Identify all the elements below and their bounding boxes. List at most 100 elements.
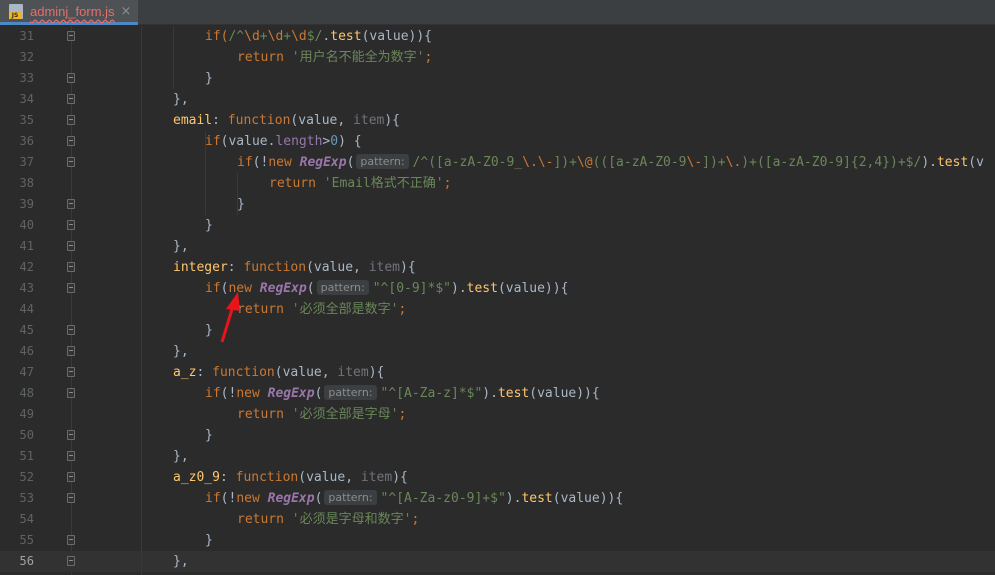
fold-marker-icon[interactable] [67, 94, 75, 104]
code-line[interactable]: 47 a_z: function(value, item){ [0, 362, 995, 383]
indent-guide [205, 131, 206, 215]
code-line[interactable]: 52 a_z0_9: function(value, item){ [0, 467, 995, 488]
line-number: 41 [19, 239, 34, 253]
code-token: ){ [368, 365, 385, 380]
code-token: : [227, 260, 244, 275]
code-text: if(value.length>0) { [205, 131, 362, 152]
code-line[interactable]: 48 if(!new RegExp(pattern: "^[A-Za-z]*$").… [0, 383, 995, 404]
code-token: email [173, 113, 213, 128]
code-text: }, [173, 89, 189, 110]
code-line[interactable]: 40} [0, 215, 995, 236]
fold-marker-icon[interactable] [67, 220, 75, 230]
fold-marker-icon[interactable] [67, 31, 75, 41]
tab-file-name[interactable]: adminj_form.js [30, 4, 115, 19]
fold-marker-icon[interactable] [67, 157, 75, 167]
line-number: 38 [19, 176, 34, 190]
code-line[interactable]: 41}, [0, 236, 995, 257]
code-line[interactable]: 33} [0, 68, 995, 89]
code-token: ; [398, 407, 407, 422]
code-line[interactable]: 50} [0, 425, 995, 446]
code-token: '必须全部是字母' [291, 407, 399, 422]
code-line[interactable]: 43 if(new RegExp(pattern: "^[0-9]*$").test… [0, 278, 995, 299]
code-token: ( [314, 491, 323, 506]
code-line[interactable]: 37 if(!new RegExp(pattern:/^([a-zA-Z0-9_\… [0, 152, 995, 173]
fold-marker-icon[interactable] [67, 367, 75, 377]
code-token: '必须全部是数字' [291, 302, 399, 317]
code-line[interactable]: 32 return '用户名不能全为数字'; [0, 47, 995, 68]
fold-marker-icon[interactable] [67, 115, 75, 125]
fold-marker-icon[interactable] [67, 73, 75, 83]
fold-marker-icon[interactable] [67, 283, 75, 293]
code-token: (value)){ [529, 386, 600, 401]
fold-marker-icon[interactable] [67, 535, 75, 545]
line-number: 36 [19, 134, 34, 148]
code-line[interactable]: 39} [0, 194, 995, 215]
code-token: item [337, 365, 369, 380]
code-token: \d [244, 29, 260, 44]
code-line[interactable]: 36 if(value.length>0) { [0, 131, 995, 152]
code-token: ). [451, 281, 467, 296]
code-line[interactable]: 45} [0, 320, 995, 341]
fold-marker-icon[interactable] [67, 241, 75, 251]
fold-marker-icon[interactable] [67, 136, 75, 146]
code-text: email: function(value, item){ [173, 110, 400, 131]
fold-marker-icon[interactable] [67, 346, 75, 356]
fold-marker-icon[interactable] [67, 556, 75, 566]
code-token: (value. [220, 134, 276, 149]
code-line[interactable]: 54 return '必须是字母和数字'; [0, 509, 995, 530]
close-tab-icon[interactable]: × [121, 4, 132, 19]
code-token: } [205, 71, 213, 86]
fold-marker-icon[interactable] [67, 388, 75, 398]
code-line[interactable]: 38 return 'Email格式不正确'; [0, 173, 995, 194]
code-token: if [205, 491, 221, 506]
fold-marker-icon[interactable] [67, 451, 75, 461]
editor-tab[interactable]: JS adminj_form.js × [0, 0, 138, 25]
code-token: : [212, 113, 228, 128]
code-token: a_z0_9 [173, 470, 220, 485]
line-number: 45 [19, 323, 34, 337]
code-line[interactable]: 51}, [0, 446, 995, 467]
fold-marker-icon[interactable] [67, 325, 75, 335]
line-number: 48 [19, 386, 34, 400]
code-token: (value, [290, 113, 354, 128]
fold-marker-icon[interactable] [67, 430, 75, 440]
parameter-hint: pattern: [324, 490, 377, 505]
line-number: 40 [19, 218, 34, 232]
fold-marker-icon[interactable] [67, 472, 75, 482]
code-token: (value)){ [552, 491, 624, 506]
code-token: function [227, 113, 291, 128]
code-token: return [237, 302, 292, 317]
line-number: 33 [19, 71, 34, 85]
line-number: 47 [19, 365, 34, 379]
code-line[interactable]: 49 return '必须全部是字母'; [0, 404, 995, 425]
code-line[interactable]: 31 if(/^\d+\d+\d$/.test(value)){ [0, 26, 995, 47]
code-token: if [205, 134, 221, 149]
code-token: (value, [306, 260, 369, 275]
code-line[interactable]: 44 return '必须全部是数字'; [0, 299, 995, 320]
code-text: return '必须全部是字母'; [237, 404, 406, 425]
code-token: if [205, 386, 221, 401]
code-line[interactable]: 55} [0, 530, 995, 551]
fold-marker-icon[interactable] [67, 493, 75, 503]
code-text: if(/^\d+\d+\d$/.test(value)){ [205, 26, 432, 47]
code-token: (value, [274, 365, 338, 380]
code-token: }, [173, 344, 189, 359]
fold-marker-icon[interactable] [67, 262, 75, 272]
code-line[interactable]: 46}, [0, 341, 995, 362]
code-line[interactable]: 35 email: function(value, item){ [0, 110, 995, 131]
code-line[interactable]: 42 integer: function(value, item){ [0, 257, 995, 278]
code-line[interactable]: 34}, [0, 89, 995, 110]
code-token: test [936, 155, 969, 170]
code-token: )+([a-zA-Z0-9]{2,4})+$/ [741, 155, 922, 170]
fold-marker-icon[interactable] [67, 199, 75, 209]
code-line[interactable]: 56}, [0, 551, 995, 572]
code-token: ; [398, 302, 407, 317]
code-editor[interactable]: 31 if(/^\d+\d+\d$/.test(value)){32 return … [0, 26, 995, 575]
code-token: (value)){ [497, 281, 569, 296]
code-token: $/ [306, 29, 323, 44]
code-line[interactable]: 53 if(!new RegExp(pattern: "^[A-Za-z0-9]+$… [0, 488, 995, 509]
line-number: 44 [19, 302, 34, 316]
code-text: } [205, 320, 213, 341]
code-token: ). [505, 491, 522, 506]
code-token: }, [173, 92, 189, 107]
